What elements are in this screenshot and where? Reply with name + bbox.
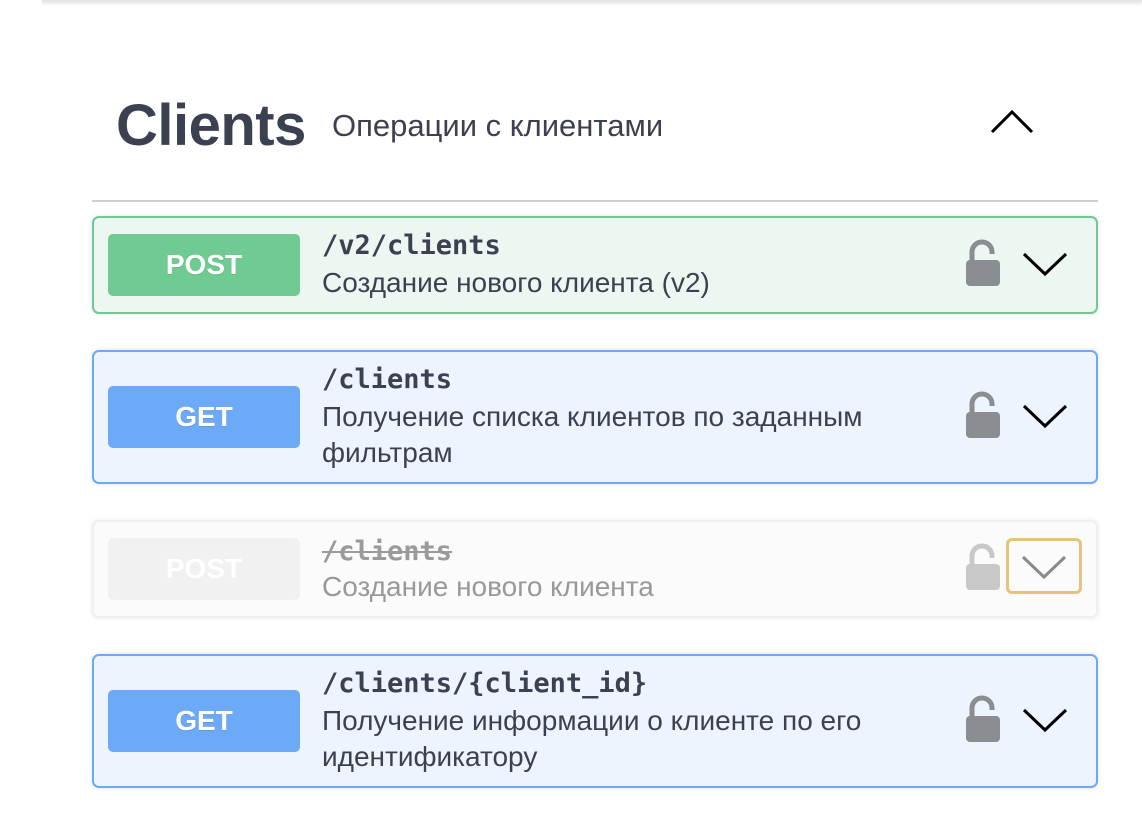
operation-summary: Создание нового клиента (v2) (322, 267, 710, 298)
method-badge: POST (108, 538, 300, 600)
chevron-up-icon[interactable] (988, 104, 1036, 138)
operation-path: /v2/clients (322, 230, 501, 261)
chevron-down-icon[interactable] (1020, 248, 1070, 280)
operation-path: /clients (322, 364, 453, 395)
operation-summary: Создание нового клиента (322, 571, 654, 602)
operation-post-clients-deprecated[interactable]: POST /clients Создание нового клиента (92, 520, 1098, 618)
method-badge: GET (108, 690, 300, 752)
operation-path: /clients/{client_id} (322, 668, 648, 699)
unlocked-padlock-icon[interactable] (964, 238, 1004, 288)
top-bar-shadow (42, 0, 1142, 2)
method-badge: POST (108, 234, 300, 296)
operation-summary: Получение информации о клиенте по его ид… (322, 705, 862, 772)
operation-summary: Получение списка клиентов по заданным фи… (322, 401, 863, 468)
operation-path: /clients (322, 536, 453, 567)
operation-get-clients[interactable]: GET /clients Получение списка клиентов п… (92, 350, 1098, 484)
unlocked-padlock-icon[interactable] (964, 542, 1004, 592)
tag-title: Clients (116, 93, 306, 158)
tag-section-header[interactable]: Clients Операции с клиентами (92, 70, 1098, 202)
operation-get-client-by-id[interactable]: GET /clients/{client_id} Получение инфор… (92, 654, 1098, 788)
chevron-down-icon[interactable] (1020, 400, 1070, 432)
chevron-down-icon[interactable] (1020, 704, 1070, 736)
chevron-down-icon[interactable] (1006, 538, 1082, 594)
unlocked-padlock-icon[interactable] (964, 694, 1004, 744)
unlocked-padlock-icon[interactable] (964, 390, 1004, 440)
operation-post-v2-clients[interactable]: POST /v2/clients Создание нового клиента… (92, 216, 1098, 314)
method-badge: GET (108, 386, 300, 448)
tag-description: Операции с клиентами (332, 108, 664, 143)
